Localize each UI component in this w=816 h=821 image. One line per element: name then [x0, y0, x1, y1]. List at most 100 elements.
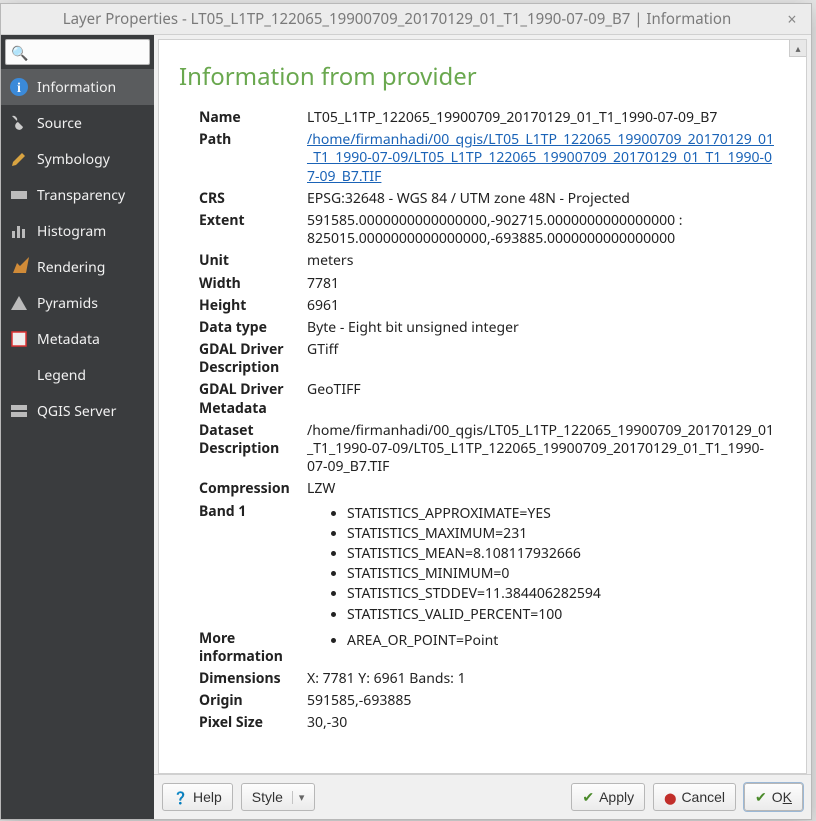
- value-dataset: /home/firmanhadi/00_qgis/LT05_L1TP_12206…: [307, 422, 778, 477]
- apply-icon: [582, 789, 594, 806]
- titlebar[interactable]: Layer Properties - LT05_L1TP_122065_1990…: [1, 4, 811, 35]
- sidebar-item-label: Histogram: [37, 222, 106, 241]
- svg-text:i: i: [17, 81, 21, 96]
- label-gdal-desc: GDAL Driver Description: [199, 341, 299, 377]
- value-datatype: Byte - Eight bit unsigned integer: [307, 319, 778, 337]
- information-panel[interactable]: ▴ Information from provider Name LT05_L1…: [158, 39, 807, 774]
- value-extent: 591585.0000000000000000,-902715.00000000…: [307, 212, 778, 248]
- band1-stat: STATISTICS_VALID_PERCENT=100: [347, 606, 778, 624]
- sidebar-item-label: Legend: [37, 366, 86, 385]
- sidebar-item-symbology[interactable]: Symbology: [1, 141, 154, 177]
- sidebar-item-transparency[interactable]: Transparency: [1, 177, 154, 213]
- value-dimensions: X: 7781 Y: 6961 Bands: 1: [307, 670, 778, 688]
- legend-icon: [9, 365, 29, 385]
- label-path: Path: [199, 131, 299, 186]
- search-input[interactable]: [5, 39, 150, 65]
- sidebar: 🔍 i Information Source Symbology: [1, 35, 154, 819]
- sidebar-item-histogram[interactable]: Histogram: [1, 213, 154, 249]
- label-unit: Unit: [199, 252, 299, 270]
- label-width: Width: [199, 275, 299, 293]
- band1-stat: STATISTICS_APPROXIMATE=YES: [347, 505, 778, 523]
- sidebar-item-source[interactable]: Source: [1, 105, 154, 141]
- value-width: 7781: [307, 275, 778, 293]
- sidebar-item-label: Symbology: [37, 150, 110, 169]
- info-table: Name LT05_L1TP_122065_19900709_20170129_…: [199, 109, 778, 733]
- band1-stat: STATISTICS_MAXIMUM=231: [347, 525, 778, 543]
- layer-properties-dialog: Layer Properties - LT05_L1TP_122065_1990…: [0, 3, 812, 820]
- dialog-button-row: Help Style ▾ Apply Cancel OK: [154, 774, 811, 819]
- band1-stat: STATISTICS_STDDEV=11.384406282594: [347, 585, 778, 603]
- sidebar-item-label: Information: [37, 78, 116, 97]
- value-gdal-meta: GeoTIFF: [307, 381, 778, 417]
- sidebar-item-label: Pyramids: [37, 294, 98, 313]
- sidebar-item-label: Source: [37, 114, 82, 133]
- scrollbar-up-icon[interactable]: ▴: [789, 40, 806, 57]
- value-band1: STATISTICS_APPROXIMATE=YES STATISTICS_MA…: [307, 503, 778, 626]
- band1-stat: STATISTICS_MINIMUM=0: [347, 565, 778, 583]
- ok-icon: [755, 789, 767, 806]
- style-button-label: Style: [252, 789, 283, 805]
- wrench-icon: [9, 113, 29, 133]
- sidebar-item-pyramids[interactable]: Pyramids: [1, 285, 154, 321]
- label-dimensions: Dimensions: [199, 670, 299, 688]
- label-pixel-size: Pixel Size: [199, 714, 299, 732]
- brush-icon: [9, 149, 29, 169]
- section-heading-provider: Information from provider: [179, 60, 782, 93]
- sidebar-item-label: Rendering: [37, 258, 105, 277]
- section-heading-identification: Identification: [179, 773, 782, 774]
- help-icon: [173, 789, 188, 805]
- histogram-icon: [9, 221, 29, 241]
- ok-button[interactable]: OK: [744, 783, 803, 811]
- path-link[interactable]: /home/firmanhadi/00_qgis/LT05_L1TP_12206…: [307, 130, 774, 185]
- help-button-label: Help: [193, 789, 222, 805]
- info-icon: i: [9, 77, 29, 97]
- sidebar-item-metadata[interactable]: Metadata: [1, 321, 154, 357]
- window-title: Layer Properties - LT05_L1TP_122065_1990…: [11, 9, 783, 29]
- ok-button-label: OK: [772, 789, 792, 805]
- label-band1: Band 1: [199, 503, 299, 626]
- sidebar-item-legend[interactable]: Legend: [1, 357, 154, 393]
- label-origin: Origin: [199, 692, 299, 710]
- label-gdal-meta: GDAL Driver Metadata: [199, 381, 299, 417]
- label-dataset: Dataset Description: [199, 422, 299, 477]
- sidebar-item-rendering[interactable]: Rendering: [1, 249, 154, 285]
- server-icon: [9, 401, 29, 421]
- value-moreinfo: AREA_OR_POINT=Point: [307, 630, 778, 666]
- value-unit: meters: [307, 252, 778, 270]
- apply-button[interactable]: Apply: [571, 783, 645, 811]
- cancel-icon: [664, 789, 676, 805]
- rendering-icon: [9, 257, 29, 277]
- sidebar-item-information[interactable]: i Information: [1, 69, 154, 105]
- value-gdal-desc: GTiff: [307, 341, 778, 377]
- cancel-button-label: Cancel: [681, 789, 725, 805]
- moreinfo-list: AREA_OR_POINT=Point: [307, 632, 778, 650]
- pyramids-icon: [9, 293, 29, 313]
- value-origin: 591585,-693885: [307, 692, 778, 710]
- sidebar-item-label: Transparency: [37, 186, 125, 205]
- value-path: /home/firmanhadi/00_qgis/LT05_L1TP_12206…: [307, 131, 778, 186]
- band1-list: STATISTICS_APPROXIMATE=YES STATISTICS_MA…: [307, 505, 778, 624]
- sidebar-item-label: QGIS Server: [37, 402, 116, 421]
- label-moreinfo: More information: [199, 630, 299, 666]
- label-height: Height: [199, 297, 299, 315]
- sidebar-item-qgis-server[interactable]: QGIS Server: [1, 393, 154, 429]
- close-icon[interactable]: ×: [783, 8, 801, 30]
- label-compression: Compression: [199, 480, 299, 498]
- label-extent: Extent: [199, 212, 299, 248]
- value-name: LT05_L1TP_122065_19900709_20170129_01_T1…: [307, 109, 778, 127]
- metadata-icon: [9, 329, 29, 349]
- value-height: 6961: [307, 297, 778, 315]
- cancel-button[interactable]: Cancel: [653, 783, 736, 811]
- sidebar-item-label: Metadata: [37, 330, 100, 349]
- chevron-down-icon: ▾: [292, 791, 305, 804]
- transparency-icon: [9, 185, 29, 205]
- label-name: Name: [199, 109, 299, 127]
- value-pixel-size: 30,-30: [307, 714, 778, 732]
- value-compression: LZW: [307, 480, 778, 498]
- apply-button-label: Apply: [599, 789, 634, 805]
- value-crs: EPSG:32648 - WGS 84 / UTM zone 48N - Pro…: [307, 190, 778, 208]
- band1-stat: STATISTICS_MEAN=8.108117932666: [347, 545, 778, 563]
- moreinfo-item: AREA_OR_POINT=Point: [347, 632, 778, 650]
- help-button[interactable]: Help: [162, 783, 233, 811]
- style-button[interactable]: Style ▾: [241, 783, 316, 811]
